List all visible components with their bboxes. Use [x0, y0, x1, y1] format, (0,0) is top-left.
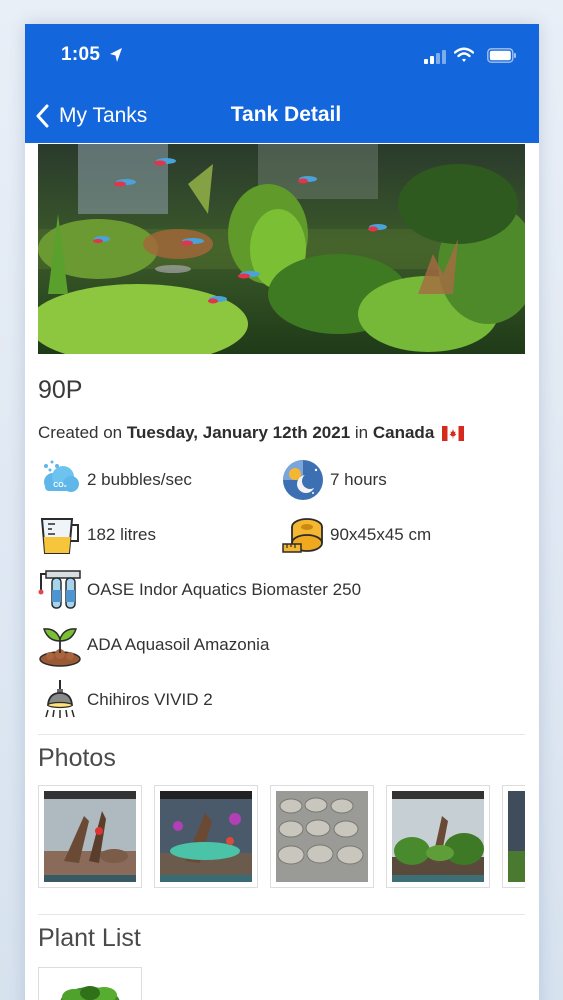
photo-thumbnail[interactable]	[270, 785, 374, 888]
stats-row-2: 182 litres 90x45x45 cm	[38, 507, 525, 562]
created-in: in	[350, 423, 373, 442]
light-hours: 7 hours	[330, 469, 387, 489]
stats-row-5: Chihiros VIVID 2	[38, 672, 525, 727]
photo-thumbnail[interactable]	[386, 785, 490, 888]
created-prefix: Created on	[38, 423, 127, 442]
dimensions-stat: 90x45x45 cm	[281, 513, 524, 557]
battery-icon	[487, 48, 516, 63]
created-date: Tuesday, January 12th 2021	[126, 423, 351, 442]
tank-photo-4	[392, 791, 484, 882]
plant-photo	[44, 973, 136, 1000]
soil-sprout-icon	[39, 627, 81, 667]
phone-screen: 1:05 My Tanks Tank Detail 90P Created on…	[25, 24, 539, 1000]
tank-name: 90P	[38, 376, 83, 404]
photo-thumbnail[interactable]	[502, 785, 525, 888]
light-name: Chihiros VIVID 2	[87, 689, 213, 709]
stats-row-4: ADA Aquasoil Amazonia	[38, 617, 525, 672]
photo-thumbnail[interactable]	[154, 785, 258, 888]
stats-row-1: CO₂ 2 bubbles/sec 7 hours	[38, 452, 525, 507]
tank-photo-5	[508, 791, 525, 882]
day-night-icon	[283, 459, 323, 500]
tank-photo-1	[44, 791, 136, 882]
canada-flag-icon	[442, 425, 465, 441]
aquarium-photo	[38, 144, 525, 354]
substrate-stat: ADA Aquasoil Amazonia	[38, 623, 525, 667]
photo-thumbnail[interactable]	[38, 785, 142, 888]
stats-row-3: OASE Indor Aquatics Biomaster 250	[38, 562, 525, 617]
tank-photo-2	[160, 791, 252, 882]
dimensions: 90x45x45 cm	[330, 524, 432, 544]
created-country: Canada	[372, 423, 435, 442]
wifi-icon	[454, 47, 474, 62]
measuring-jug-icon	[40, 517, 79, 554]
tank-photo-3	[276, 791, 368, 882]
volume: 182 litres	[87, 524, 156, 544]
light-stat: Chihiros VIVID 2	[38, 678, 525, 722]
status-time: 1:05	[61, 44, 101, 65]
navigation-bar: My Tanks Tank Detail	[25, 100, 539, 132]
tank-stats: CO₂ 2 bubbles/sec 7 hours 182 litres 90x…	[38, 452, 525, 727]
co2-rate: 2 bubbles/sec	[87, 469, 192, 489]
tape-measure-icon	[282, 517, 323, 553]
plant-list-heading: Plant List	[38, 924, 141, 952]
substrate-name: ADA Aquasoil Amazonia	[87, 634, 270, 654]
header-bar: 1:05 My Tanks Tank Detail	[25, 24, 539, 143]
filter-stat: OASE Indor Aquatics Biomaster 250	[38, 568, 525, 612]
divider	[38, 914, 525, 915]
co2-stat: CO₂ 2 bubbles/sec	[38, 458, 281, 502]
divider	[38, 734, 525, 735]
plant-thumbnail[interactable]	[38, 967, 142, 1000]
svg-text:CO₂: CO₂	[53, 482, 67, 489]
page-title: Tank Detail	[230, 103, 342, 126]
filter-name: OASE Indor Aquatics Biomaster 250	[87, 579, 362, 599]
co2-cloud-icon: CO₂	[44, 460, 79, 492]
photo-gallery[interactable]	[38, 785, 525, 888]
ceiling-lamp-icon	[45, 679, 75, 718]
status-bar: 1:05	[25, 44, 539, 70]
created-line: Created on Tuesday, January 12th 2021 in…	[38, 422, 525, 444]
cellular-signal-icon	[424, 50, 446, 64]
light-hours-stat: 7 hours	[281, 458, 524, 502]
tank-content: 90P Created on Tuesday, January 12th 202…	[38, 354, 525, 1000]
location-arrow-icon	[110, 48, 122, 62]
filter-icon	[38, 569, 81, 609]
volume-stat: 182 litres	[38, 513, 281, 557]
tank-hero-image	[38, 144, 525, 354]
photos-heading: Photos	[38, 744, 116, 772]
